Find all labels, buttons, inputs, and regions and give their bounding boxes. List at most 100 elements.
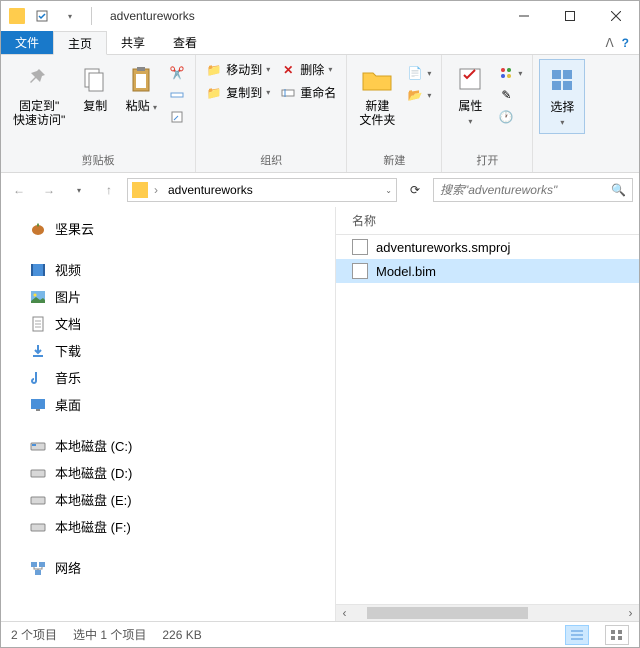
tree-label: 坚果云: [55, 219, 94, 238]
video-icon: [29, 261, 47, 279]
folder-icon: [9, 8, 25, 24]
navbar: ← → ▾ ↑ › adventureworks ⌄ ⟳ 🔍: [1, 173, 639, 207]
tree-label: 音乐: [55, 368, 81, 387]
open-icon: [498, 65, 514, 81]
pin-quickaccess-button[interactable]: 固定到" 快速访问": [7, 59, 71, 132]
move-icon: 📁: [206, 62, 222, 78]
paste-shortcut-button[interactable]: [165, 107, 189, 127]
delete-icon: ✕: [280, 62, 296, 78]
file-list[interactable]: adventureworks.smproj Model.bim: [336, 235, 639, 604]
tree-label: 视频: [55, 260, 81, 279]
tree-label: 本地磁盘 (E:): [55, 490, 132, 509]
status-item-count: 2 个项目: [11, 626, 57, 643]
tree-label: 网络: [55, 558, 81, 577]
scroll-left-icon[interactable]: ‹: [336, 605, 353, 622]
address-bar[interactable]: › adventureworks ⌄: [127, 178, 397, 202]
nav-history-button[interactable]: ▾: [67, 178, 91, 202]
new-item-button[interactable]: 📄▾: [403, 63, 435, 83]
select-icon: [546, 64, 578, 96]
help-icon[interactable]: ?: [622, 36, 629, 50]
nav-forward-button[interactable]: →: [37, 178, 61, 202]
tree-item[interactable]: 下载: [1, 337, 335, 364]
file-row[interactable]: adventureworks.smproj: [336, 235, 639, 259]
paste-icon: [125, 63, 157, 95]
qat-properties[interactable]: [31, 5, 53, 27]
group-organize-label: 组织: [202, 150, 340, 170]
refresh-button[interactable]: ⟳: [403, 178, 427, 202]
tree-item[interactable]: 图片: [1, 283, 335, 310]
network-icon: [29, 559, 47, 577]
easy-access-button[interactable]: 📂▾: [403, 85, 435, 105]
nut-icon: [29, 220, 47, 238]
tab-file[interactable]: 文件: [1, 31, 53, 54]
file-row[interactable]: Model.bim: [336, 259, 639, 283]
new-item-icon: 📄: [407, 65, 423, 81]
tree-label: 桌面: [55, 395, 81, 414]
new-folder-button[interactable]: 新建 文件夹: [353, 59, 401, 132]
tab-view[interactable]: 查看: [159, 31, 211, 54]
column-header-name[interactable]: 名称: [336, 207, 639, 235]
paste-button[interactable]: 粘贴 ▾: [119, 59, 163, 117]
minimize-button[interactable]: [501, 1, 547, 31]
tab-home[interactable]: 主页: [53, 31, 107, 55]
new-folder-icon: [361, 63, 393, 95]
tree-item[interactable]: 视频: [1, 256, 335, 283]
search-icon[interactable]: 🔍: [611, 183, 626, 197]
tree-label: 文档: [55, 314, 81, 333]
breadcrumb[interactable]: adventureworks: [164, 183, 257, 197]
open-button[interactable]: ▾: [494, 63, 526, 83]
edit-icon: ✎: [498, 87, 514, 103]
path-icon: [169, 87, 185, 103]
desktop-icon: [29, 396, 47, 414]
rename-icon: [280, 85, 296, 101]
copyto-icon: 📁: [206, 85, 222, 101]
disk-icon: [29, 518, 47, 536]
disk-icon: [29, 464, 47, 482]
nav-up-button[interactable]: ↑: [97, 178, 121, 202]
tree-item[interactable]: 坚果云: [1, 215, 335, 242]
cut-icon: ✂️: [169, 65, 185, 81]
tree-item[interactable]: 本地磁盘 (F:): [1, 513, 335, 540]
view-icons-button[interactable]: [605, 625, 629, 645]
history-button[interactable]: 🕐: [494, 107, 526, 127]
properties-button[interactable]: 属性▾: [448, 59, 492, 132]
file-icon: [352, 239, 368, 255]
qat-dropdown[interactable]: ▾: [59, 5, 81, 27]
file-name: adventureworks.smproj: [376, 240, 510, 255]
horizontal-scrollbar[interactable]: ‹ ›: [336, 604, 639, 621]
nav-back-button[interactable]: ←: [7, 178, 31, 202]
tree-label: 图片: [55, 287, 81, 306]
tree-item[interactable]: 文档: [1, 310, 335, 337]
search-box[interactable]: 🔍: [433, 178, 633, 202]
select-button[interactable]: 选择▾: [539, 59, 585, 134]
tree-item[interactable]: 本地磁盘 (D:): [1, 459, 335, 486]
tree-item[interactable]: 本地磁盘 (E:): [1, 486, 335, 513]
group-open-label: 打开: [448, 150, 526, 170]
copy-path-button[interactable]: [165, 85, 189, 105]
history-icon: 🕐: [498, 109, 514, 125]
close-button[interactable]: [593, 1, 639, 31]
move-to-button[interactable]: 📁移动到 ▾: [202, 59, 274, 80]
rename-button[interactable]: 重命名: [276, 82, 340, 103]
view-details-button[interactable]: [565, 625, 589, 645]
delete-button[interactable]: ✕删除 ▾: [276, 59, 340, 80]
tree-item-network[interactable]: 网络: [1, 554, 335, 581]
address-dropdown-icon[interactable]: ⌄: [385, 186, 392, 195]
tree-item[interactable]: 音乐: [1, 364, 335, 391]
image-icon: [29, 288, 47, 306]
ribbon-collapse-icon[interactable]: ᐱ: [605, 36, 613, 50]
search-input[interactable]: [440, 183, 611, 197]
pin-icon: [23, 63, 55, 95]
copy-button[interactable]: 复制: [73, 59, 117, 117]
tree-label: 本地磁盘 (F:): [55, 517, 131, 536]
tab-share[interactable]: 共享: [107, 31, 159, 54]
scroll-right-icon[interactable]: ›: [622, 605, 639, 622]
tree-label: 本地磁盘 (C:): [55, 436, 132, 455]
tree-item[interactable]: 桌面: [1, 391, 335, 418]
copy-to-button[interactable]: 📁复制到 ▾: [202, 82, 274, 103]
edit-button[interactable]: ✎: [494, 85, 526, 105]
copy-icon: [79, 63, 111, 95]
cut-button[interactable]: ✂️: [165, 63, 189, 83]
maximize-button[interactable]: [547, 1, 593, 31]
tree-item[interactable]: 本地磁盘 (C:): [1, 432, 335, 459]
